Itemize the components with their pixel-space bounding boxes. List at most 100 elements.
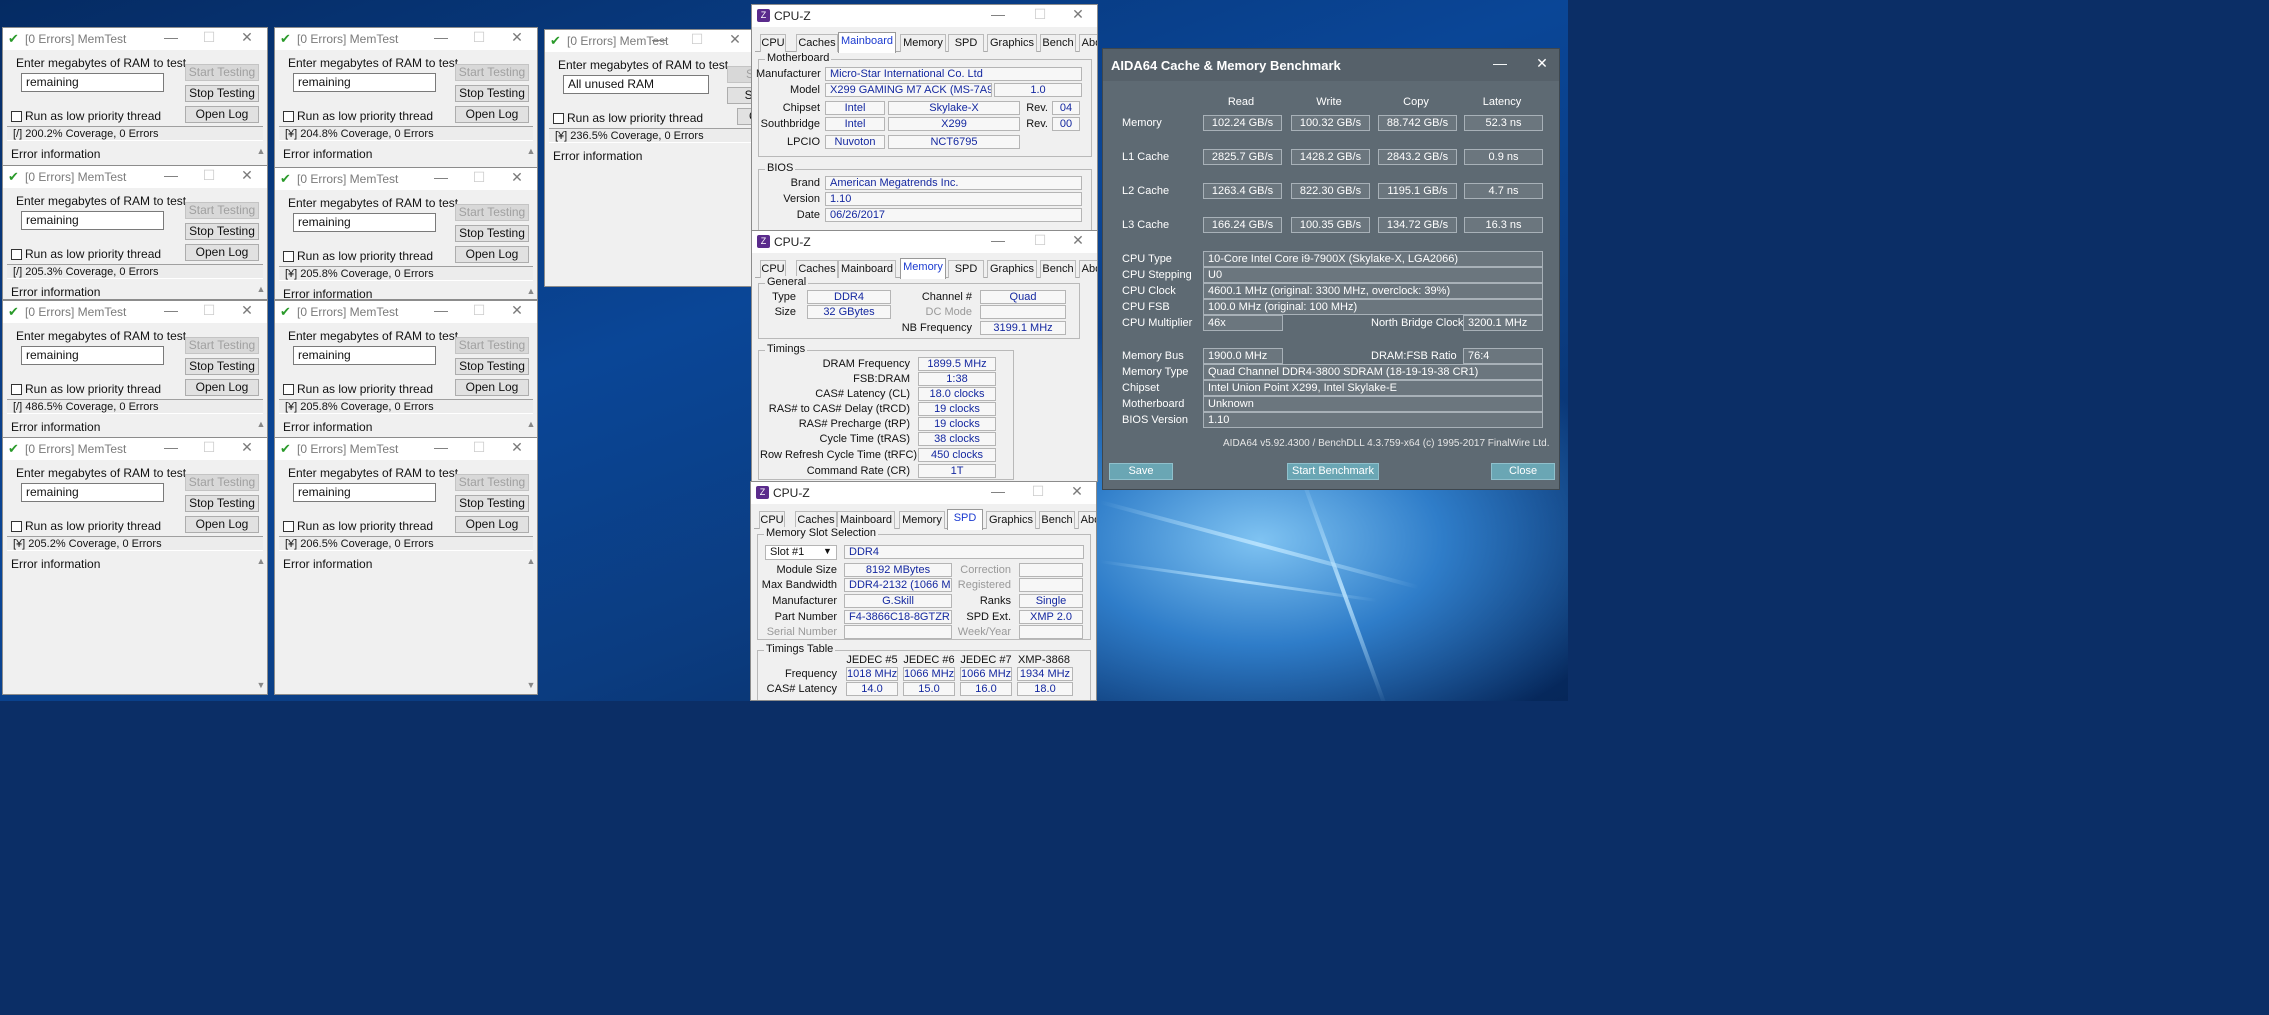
low-priority-checkbox[interactable] — [11, 521, 22, 532]
scroll-down-icon[interactable]: ▼ — [523, 680, 537, 694]
ram-amount-input[interactable]: remaining — [21, 73, 164, 92]
maximize-icon[interactable]: ☐ — [469, 169, 489, 186]
cpuz-mainboard-window[interactable]: Z CPU-Z — ☐ ✕ CPU Caches Mainboard Memory SP… — [751, 4, 1098, 234]
ram-amount-input[interactable]: remaining — [21, 346, 164, 365]
open-log-button[interactable]: Open Log — [455, 106, 529, 123]
tab-spd[interactable]: SPD — [948, 34, 984, 52]
ram-amount-input[interactable]: remaining — [21, 211, 164, 230]
minimize-icon[interactable]: — — [988, 232, 1008, 248]
minimize-icon[interactable]: — — [161, 29, 181, 45]
tab-mainboard[interactable]: Mainboard — [838, 260, 896, 278]
scroll-down-icon[interactable]: ▼ — [253, 680, 267, 694]
chevron-down-icon[interactable]: ▼ — [823, 546, 832, 556]
open-log-button[interactable]: Open Log — [455, 246, 529, 263]
start-testing-button[interactable]: Start Testing — [455, 204, 529, 221]
stop-testing-button[interactable]: Stop Testing — [185, 223, 259, 240]
low-priority-label[interactable]: Run as low priority thread — [25, 247, 161, 261]
memtest-window[interactable]: ✔ [0 Errors] MemTest — ☐ ✕ Enter megabytes of… — [2, 300, 268, 438]
close-icon[interactable]: ✕ — [237, 302, 257, 319]
low-priority-label[interactable]: Run as low priority thread — [297, 382, 433, 396]
tab-bench[interactable]: Bench — [1040, 34, 1076, 52]
tab-spd[interactable]: SPD — [948, 260, 984, 278]
close-icon[interactable]: ✕ — [725, 31, 745, 48]
title-bar[interactable]: ✔ [0 Errors] MemTest — ☐ ✕ — [275, 168, 537, 190]
tab-graphics[interactable]: Graphics — [987, 260, 1037, 278]
low-priority-label[interactable]: Run as low priority thread — [25, 519, 161, 533]
scroll-up-icon[interactable]: ▲ — [523, 286, 537, 299]
tab-memory[interactable]: Memory — [900, 258, 946, 279]
low-priority-checkbox[interactable] — [283, 384, 294, 395]
tab-cpu[interactable]: CPU — [760, 34, 786, 52]
low-priority-label[interactable]: Run as low priority thread — [297, 109, 433, 123]
close-icon[interactable]: ✕ — [507, 439, 527, 456]
minimize-icon[interactable]: — — [431, 439, 451, 455]
minimize-icon[interactable]: — — [431, 302, 451, 318]
maximize-icon[interactable]: ☐ — [687, 31, 707, 48]
scroll-up-icon[interactable]: ▲ — [253, 556, 267, 570]
scroll-up-icon[interactable]: ▲ — [253, 146, 267, 160]
low-priority-label[interactable]: Run as low priority thread — [25, 109, 161, 123]
minimize-icon[interactable]: — — [988, 6, 1008, 22]
stop-testing-button[interactable]: Stop Testing — [185, 495, 259, 512]
ram-amount-input[interactable]: All unused RAM — [563, 75, 709, 94]
maximize-icon[interactable]: ☐ — [469, 302, 489, 319]
scroll-up-icon[interactable]: ▲ — [253, 419, 267, 433]
start-testing-button[interactable]: Start Testing — [455, 64, 529, 81]
title-bar[interactable]: Z CPU-Z — ☐ ✕ — [752, 231, 1097, 253]
stop-testing-button[interactable]: Stop Testing — [185, 358, 259, 375]
memtest-window[interactable]: ✔ [0 Errors] MemTest — ☐ ✕ Enter megabytes of… — [274, 167, 538, 300]
low-priority-checkbox[interactable] — [283, 251, 294, 262]
low-priority-label[interactable]: Run as low priority thread — [297, 249, 433, 263]
low-priority-checkbox[interactable] — [11, 384, 22, 395]
minimize-icon[interactable]: — — [161, 167, 181, 183]
title-bar[interactable]: ✔ [0 Errors] MemTest — ☐ ✕ — [3, 166, 267, 188]
close-icon[interactable]: ✕ — [237, 167, 257, 184]
title-bar[interactable]: ✔ [0 Errors] MemTest — ☐ ✕ — [3, 28, 267, 50]
minimize-icon[interactable]: — — [161, 439, 181, 455]
maximize-icon[interactable]: ☐ — [469, 29, 489, 46]
stop-testing-button[interactable]: Stop Testing — [185, 85, 259, 102]
tab-memory[interactable]: Memory — [899, 511, 945, 529]
memtest-window[interactable]: ✔ [0 Errors] MemTest — ☐ ✕ Enter megabytes of… — [544, 29, 756, 287]
close-icon[interactable]: ✕ — [507, 169, 527, 186]
aida64-benchmark-window[interactable]: AIDA64 Cache & Memory Benchmark — ✕ Read… — [1102, 48, 1560, 490]
minimize-icon[interactable]: — — [431, 169, 451, 185]
ram-amount-input[interactable]: remaining — [293, 483, 436, 502]
maximize-icon[interactable]: ☐ — [199, 302, 219, 319]
close-icon[interactable]: ✕ — [507, 302, 527, 319]
stop-testing-button[interactable]: Stop Testing — [455, 358, 529, 375]
stop-testing-button[interactable]: Stop Testing — [455, 85, 529, 102]
low-priority-checkbox[interactable] — [553, 113, 564, 124]
low-priority-label[interactable]: Run as low priority thread — [567, 111, 703, 125]
open-log-button[interactable]: Open Log — [185, 516, 259, 533]
tab-about[interactable]: About — [1078, 511, 1096, 529]
low-priority-checkbox[interactable] — [283, 111, 294, 122]
memtest-window[interactable]: ✔ [0 Errors] MemTest — ☐ ✕ Enter megabytes of… — [274, 27, 538, 169]
ram-amount-input[interactable]: remaining — [293, 73, 436, 92]
minimize-icon[interactable]: — — [988, 483, 1008, 499]
maximize-icon[interactable]: ☐ — [1030, 232, 1050, 249]
open-log-button[interactable]: Open Log — [455, 516, 529, 533]
memtest-window[interactable]: ✔ [0 Errors] MemTest — ☐ ✕ Enter megabytes of… — [274, 300, 538, 438]
title-bar[interactable]: Z CPU-Z — ☐ ✕ — [751, 482, 1096, 504]
maximize-icon[interactable]: ☐ — [1028, 483, 1048, 500]
tab-mainboard[interactable]: Mainboard — [838, 32, 896, 53]
start-testing-button[interactable]: Start Testing — [185, 202, 259, 219]
memtest-window[interactable]: ✔ [0 Errors] MemTest — ☐ ✕ Enter megabytes of… — [2, 437, 268, 695]
memtest-window[interactable]: ✔ [0 Errors] MemTest — ☐ ✕ Enter megabytes of… — [2, 27, 268, 167]
start-testing-button[interactable]: Start Testing — [185, 64, 259, 81]
title-bar[interactable]: ✔ [0 Errors] MemTest — ☐ ✕ — [275, 28, 537, 50]
ram-amount-input[interactable]: remaining — [293, 213, 436, 232]
memtest-window[interactable]: ✔ [0 Errors] MemTest — ☐ ✕ Enter megabytes of… — [274, 437, 538, 695]
start-benchmark-button[interactable]: Start Benchmark — [1287, 463, 1379, 480]
close-icon[interactable]: ✕ — [237, 439, 257, 456]
scroll-up-icon[interactable]: ▲ — [523, 146, 537, 160]
stop-testing-button[interactable]: Stop Testing — [455, 225, 529, 242]
open-log-button[interactable]: Open Log — [185, 244, 259, 261]
title-bar[interactable]: ✔ [0 Errors] MemTest — ☐ ✕ — [275, 438, 537, 460]
title-bar[interactable]: ✔ [0 Errors] MemTest — ☐ ✕ — [275, 301, 537, 323]
memtest-window[interactable]: ✔ [0 Errors] MemTest — ☐ ✕ Enter megabytes of… — [2, 165, 268, 300]
low-priority-checkbox[interactable] — [11, 111, 22, 122]
close-icon[interactable]: ✕ — [237, 29, 257, 46]
tab-spd[interactable]: SPD — [947, 509, 983, 530]
